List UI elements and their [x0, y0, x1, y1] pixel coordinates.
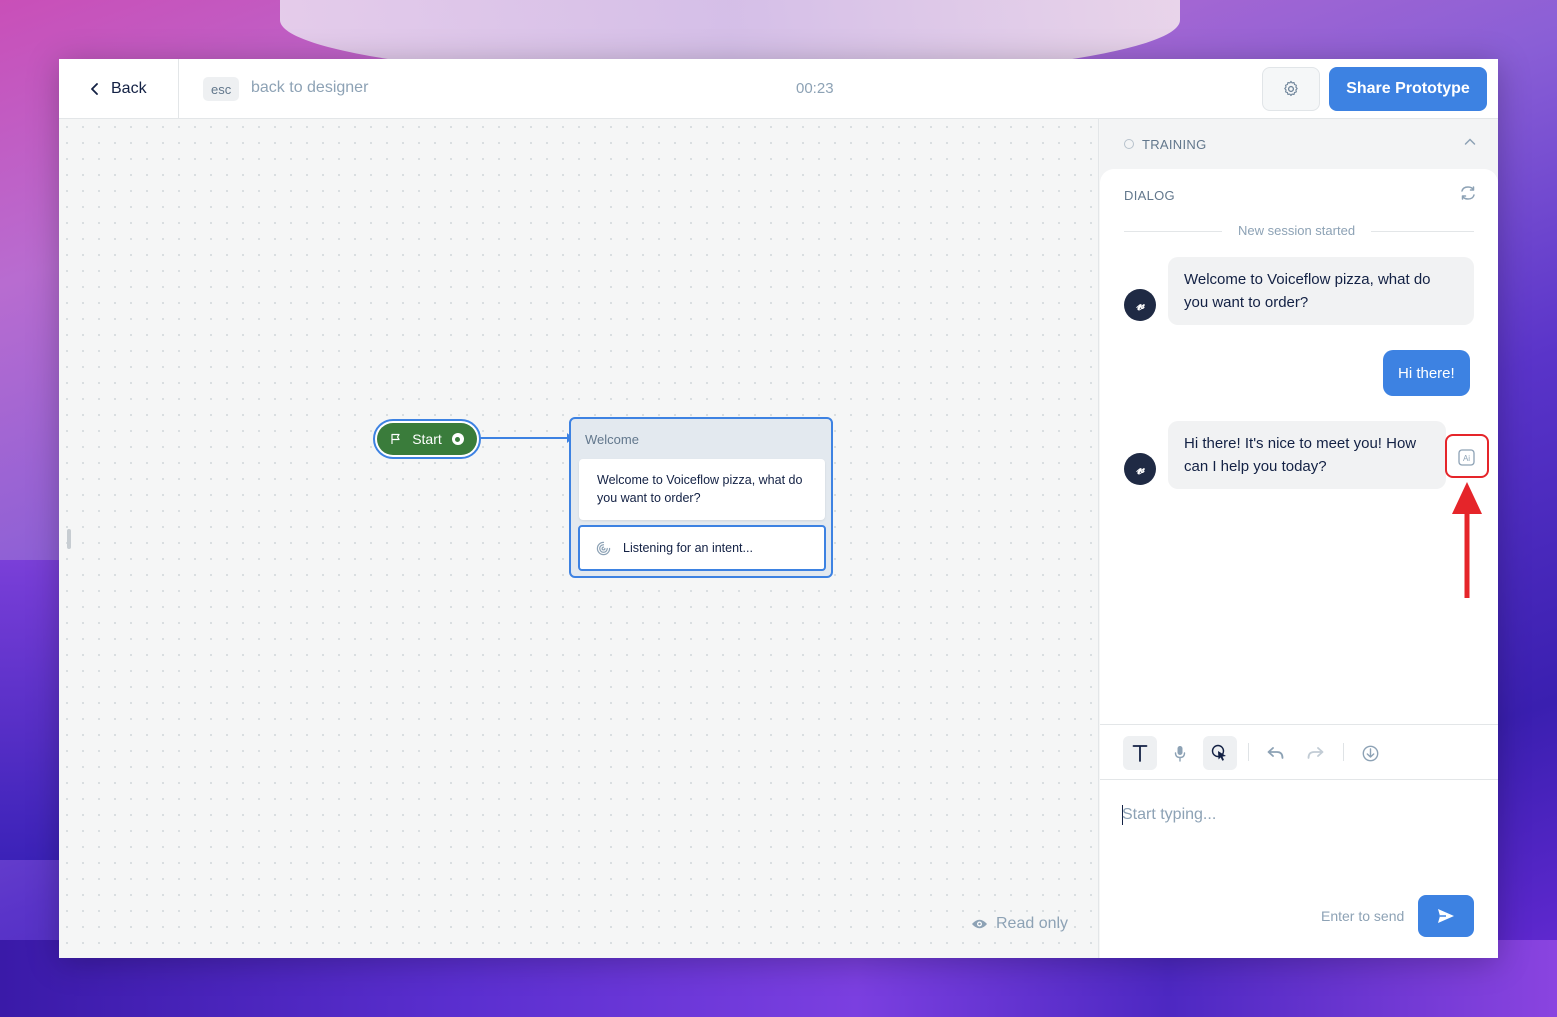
eye-icon — [971, 919, 988, 929]
download-icon — [1362, 745, 1378, 761]
text-icon — [1132, 745, 1148, 762]
text-mode-button[interactable] — [1123, 736, 1157, 770]
listen-step[interactable]: Listening for an intent... — [578, 525, 826, 571]
back-label: Back — [111, 80, 147, 97]
svg-text:Ai: Ai — [1462, 454, 1469, 463]
share-prototype-button[interactable]: Share Prototype — [1329, 67, 1487, 111]
bot-message: Welcome to Voiceflow pizza, what do you … — [1168, 257, 1474, 325]
flow-canvas[interactable]: Start Welcome Welcome to Voiceflow pizza… — [59, 119, 1099, 958]
back-to-designer-label: back to designer — [251, 79, 369, 96]
toolbar-separator — [1248, 743, 1249, 761]
bot-avatar: 𝓋 — [1124, 453, 1156, 485]
speak-step[interactable]: Welcome to Voiceflow pizza, what do you … — [579, 459, 825, 520]
ai-icon: Ai — [1457, 448, 1475, 466]
dialog-title: DIALOG — [1124, 188, 1175, 203]
input-mode-toolbar — [1100, 725, 1498, 780]
touch-icon — [1211, 744, 1226, 761]
prototype-panel: TRAINING DIALOG New session started 𝓋 We… — [1100, 119, 1498, 958]
flag-icon — [391, 433, 400, 444]
dialog-section: DIALOG New session started 𝓋 Welcome to … — [1100, 169, 1498, 724]
top-bar: Back esc back to designer 00:23 Share Pr… — [59, 59, 1498, 119]
settings-button[interactable] — [1262, 67, 1320, 111]
microphone-icon — [1174, 745, 1186, 762]
esc-badge: esc — [203, 77, 240, 101]
undo-button[interactable] — [1258, 736, 1292, 770]
chat-input[interactable] — [1122, 800, 1472, 830]
start-connector-line — [479, 433, 573, 443]
read-only-label: Read only — [996, 915, 1069, 932]
read-only-indicator: Read only — [971, 915, 1068, 933]
user-message: Hi there! — [1383, 350, 1470, 396]
panel-drag-handle[interactable] — [67, 529, 71, 549]
start-node[interactable]: Start — [373, 419, 481, 459]
welcome-block[interactable]: Welcome Welcome to Voiceflow pizza, what… — [569, 417, 833, 578]
send-button[interactable] — [1418, 895, 1474, 937]
enter-to-send-hint: Enter to send — [1321, 908, 1405, 924]
toolbar-separator — [1343, 743, 1344, 761]
listen-label: Listening for an intent... — [623, 541, 753, 555]
chevron-left-icon — [91, 83, 98, 95]
refresh-icon[interactable] — [1460, 185, 1476, 201]
undo-icon — [1267, 747, 1283, 759]
export-button[interactable] — [1353, 736, 1387, 770]
bot-message: Hi there! It's nice to meet you! How can… — [1168, 421, 1446, 489]
redo-button[interactable] — [1298, 736, 1332, 770]
start-label: Start — [412, 431, 442, 447]
back-button[interactable]: Back — [59, 59, 179, 119]
redo-icon — [1307, 747, 1323, 759]
send-icon — [1438, 909, 1454, 923]
button-mode-button[interactable] — [1203, 736, 1237, 770]
training-status-icon — [1124, 139, 1134, 149]
chat-input-area: Enter to send — [1100, 780, 1498, 958]
start-port[interactable] — [451, 433, 464, 445]
session-timer: 00:23 — [796, 80, 834, 97]
training-label: TRAINING — [1142, 136, 1207, 152]
bot-avatar: 𝓋 — [1124, 289, 1156, 321]
voice-mode-button[interactable] — [1163, 736, 1197, 770]
gear-icon — [1284, 80, 1298, 97]
chevron-up-icon[interactable] — [1464, 137, 1476, 147]
listen-icon — [596, 541, 611, 555]
training-section[interactable]: TRAINING — [1100, 119, 1498, 169]
block-title: Welcome — [585, 432, 639, 447]
session-started-label: New session started — [1222, 223, 1372, 238]
ai-response-button[interactable]: Ai — [1454, 445, 1478, 469]
prototype-window: Back esc back to designer 00:23 Share Pr… — [59, 59, 1498, 958]
